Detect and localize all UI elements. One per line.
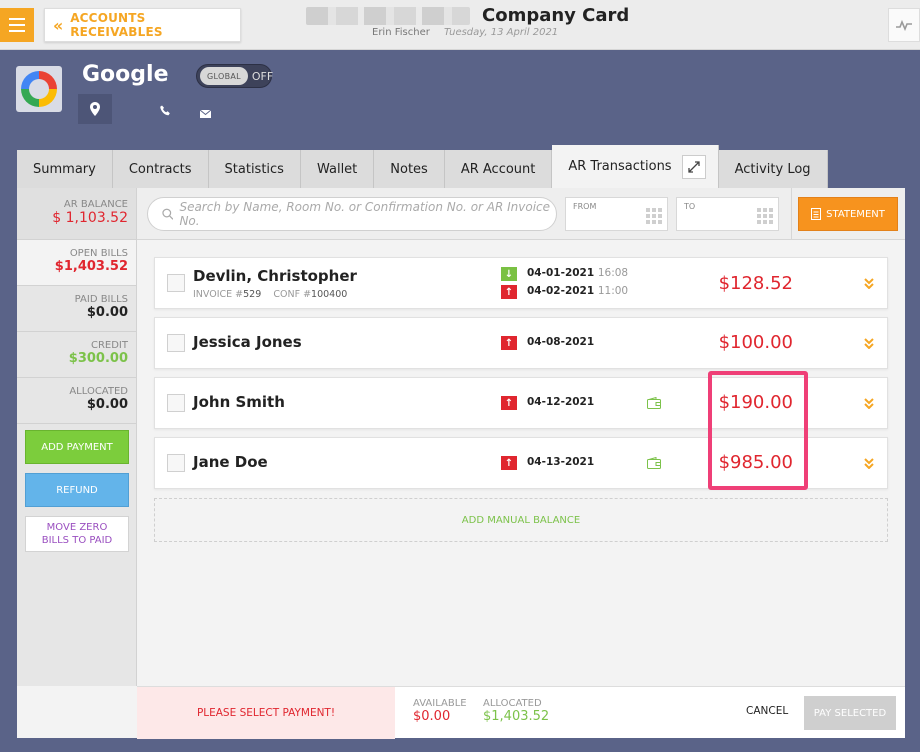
arrow-up-icon: ↑	[501, 285, 517, 299]
allocated-filter[interactable]: ALLOCATED $0.00	[17, 378, 136, 424]
company-name: Google	[82, 62, 169, 87]
paid-bills-value: $0.00	[86, 305, 128, 320]
filter-bar: Search by Name, Room No. or Confirmation…	[137, 188, 905, 240]
available-amount: AVAILABLE $0.00	[413, 698, 467, 724]
tab-bar: Summary Contracts Statistics Wallet Note…	[17, 145, 828, 188]
back-to-accounts-receivables-button[interactable]: ‹‹ ACCOUNTS RECEIVABLES	[44, 8, 241, 42]
blurred-title-prefix	[306, 7, 470, 25]
calendar-icon	[757, 208, 773, 224]
bill-arrival-date: 04-01-2021 16:08	[527, 267, 629, 279]
open-bills-filter[interactable]: OPEN BILLS $1,403.52	[17, 240, 136, 286]
location-pin-icon[interactable]	[78, 94, 112, 124]
bill-date: 04-13-2021	[527, 456, 595, 468]
global-toggle[interactable]: GLOBAL OFF	[196, 64, 274, 88]
wallet-icon	[647, 397, 661, 409]
top-bar: ‹‹ ACCOUNTS RECEIVABLES Company Card Eri…	[0, 0, 920, 50]
payment-footer: PLEASE SELECT PAYMENT! AVAILABLE $0.00 A…	[137, 686, 905, 739]
tab-activity-log[interactable]: Activity Log	[718, 150, 828, 188]
user-name: Erin Fischer	[372, 27, 430, 38]
document-icon	[811, 208, 822, 220]
arrow-up-icon: ↑	[501, 456, 517, 470]
bill-row[interactable]: Jessica Jones ↑ 04-08-2021 $100.00	[154, 317, 888, 369]
pay-selected-button[interactable]: PAY SELECTED	[804, 696, 896, 730]
add-manual-balance-button[interactable]: ADD MANUAL BALANCE	[154, 498, 888, 542]
amount-highlight-annotation	[708, 371, 808, 490]
add-payment-button[interactable]: ADD PAYMENT	[25, 430, 129, 464]
chevron-double-down-icon[interactable]	[863, 277, 875, 289]
allocated-amount: ALLOCATED $1,403.52	[483, 698, 550, 724]
bill-checkbox[interactable]	[167, 394, 185, 412]
search-input[interactable]: Search by Name, Room No. or Confirmation…	[147, 197, 557, 231]
hamburger-menu-icon[interactable]	[0, 8, 34, 42]
statement-button[interactable]: STATEMENT	[798, 197, 898, 231]
page-title: Company Card	[482, 5, 630, 26]
statement-area: STATEMENT	[791, 188, 905, 240]
wallet-icon	[647, 457, 661, 469]
double-chevron-left-icon: ‹‹	[53, 15, 63, 35]
bill-row[interactable]: Devlin, Christopher INVOICE #529 CONF #1…	[154, 257, 888, 309]
tab-contracts[interactable]: Contracts	[112, 150, 209, 188]
ar-balance-value: $ 1,103.52	[52, 210, 128, 226]
select-payment-warning: PLEASE SELECT PAYMENT!	[137, 687, 395, 739]
bill-date: 04-08-2021	[527, 336, 595, 348]
chevron-double-down-icon[interactable]	[863, 337, 875, 349]
tab-ar-account[interactable]: AR Account	[444, 150, 553, 188]
phone-icon[interactable]	[160, 101, 171, 120]
arrow-up-icon: ↑	[501, 336, 517, 350]
bill-guest-name: Devlin, Christopher	[193, 267, 357, 285]
ar-transactions-panel: AR BALANCE $ 1,103.52 OPEN BILLS $1,403.…	[17, 188, 905, 739]
move-zero-bills-to-paid-button[interactable]: MOVE ZERO BILLS TO PAID	[25, 516, 129, 552]
bill-amount: $100.00	[718, 332, 793, 353]
bill-departure-date: 04-02-2021 11:00	[527, 285, 629, 297]
global-toggle-state: OFF	[251, 69, 274, 83]
arrow-down-icon: ↓	[501, 267, 517, 281]
tab-summary[interactable]: Summary	[17, 150, 113, 188]
arrow-up-icon: ↑	[501, 396, 517, 410]
search-placeholder: Search by Name, Room No. or Confirmation…	[179, 200, 551, 228]
bill-guest-name: Jessica Jones	[193, 333, 302, 351]
open-bills-value: $1,403.52	[54, 259, 128, 274]
bill-date: 04-12-2021	[527, 396, 595, 408]
chevron-double-down-icon[interactable]	[863, 457, 875, 469]
tab-ar-transactions[interactable]: AR Transactions	[552, 145, 719, 188]
expand-icon[interactable]	[681, 154, 706, 179]
bill-amount: $128.52	[718, 273, 793, 294]
tab-wallet[interactable]: Wallet	[300, 150, 375, 188]
tab-statistics[interactable]: Statistics	[208, 150, 301, 188]
bill-invoice-info: INVOICE #529 CONF #100400	[193, 289, 348, 300]
balance-sidebar: AR BALANCE $ 1,103.52 OPEN BILLS $1,403.…	[17, 188, 137, 686]
current-date: Tuesday, 13 April 2021	[444, 27, 559, 38]
global-toggle-label: GLOBAL	[200, 67, 248, 85]
search-icon	[162, 208, 174, 220]
to-date-field[interactable]: TO	[676, 197, 779, 231]
credit-filter[interactable]: CREDIT $300.00	[17, 332, 136, 378]
bill-guest-name: John Smith	[193, 393, 285, 411]
bill-checkbox[interactable]	[167, 274, 185, 292]
ar-balance-summary: AR BALANCE $ 1,103.52	[17, 188, 136, 240]
activity-pulse-icon[interactable]	[888, 8, 920, 42]
from-date-field[interactable]: FROM	[565, 197, 668, 231]
credit-value: $300.00	[68, 351, 128, 366]
mail-icon[interactable]	[199, 103, 212, 122]
allocated-value: $0.00	[86, 397, 128, 412]
calendar-icon	[646, 208, 662, 224]
bill-guest-name: Jane Doe	[193, 453, 268, 471]
paid-bills-filter[interactable]: PAID BILLS $0.00	[17, 286, 136, 332]
cancel-button[interactable]: CANCEL	[746, 705, 788, 717]
tab-notes[interactable]: Notes	[374, 150, 445, 188]
bill-checkbox[interactable]	[167, 454, 185, 472]
refund-button[interactable]: REFUND	[25, 473, 129, 507]
company-logo	[16, 66, 62, 112]
chevron-double-down-icon[interactable]	[863, 397, 875, 409]
bill-checkbox[interactable]	[167, 334, 185, 352]
tab-ar-transactions-label: AR Transactions	[568, 159, 672, 174]
